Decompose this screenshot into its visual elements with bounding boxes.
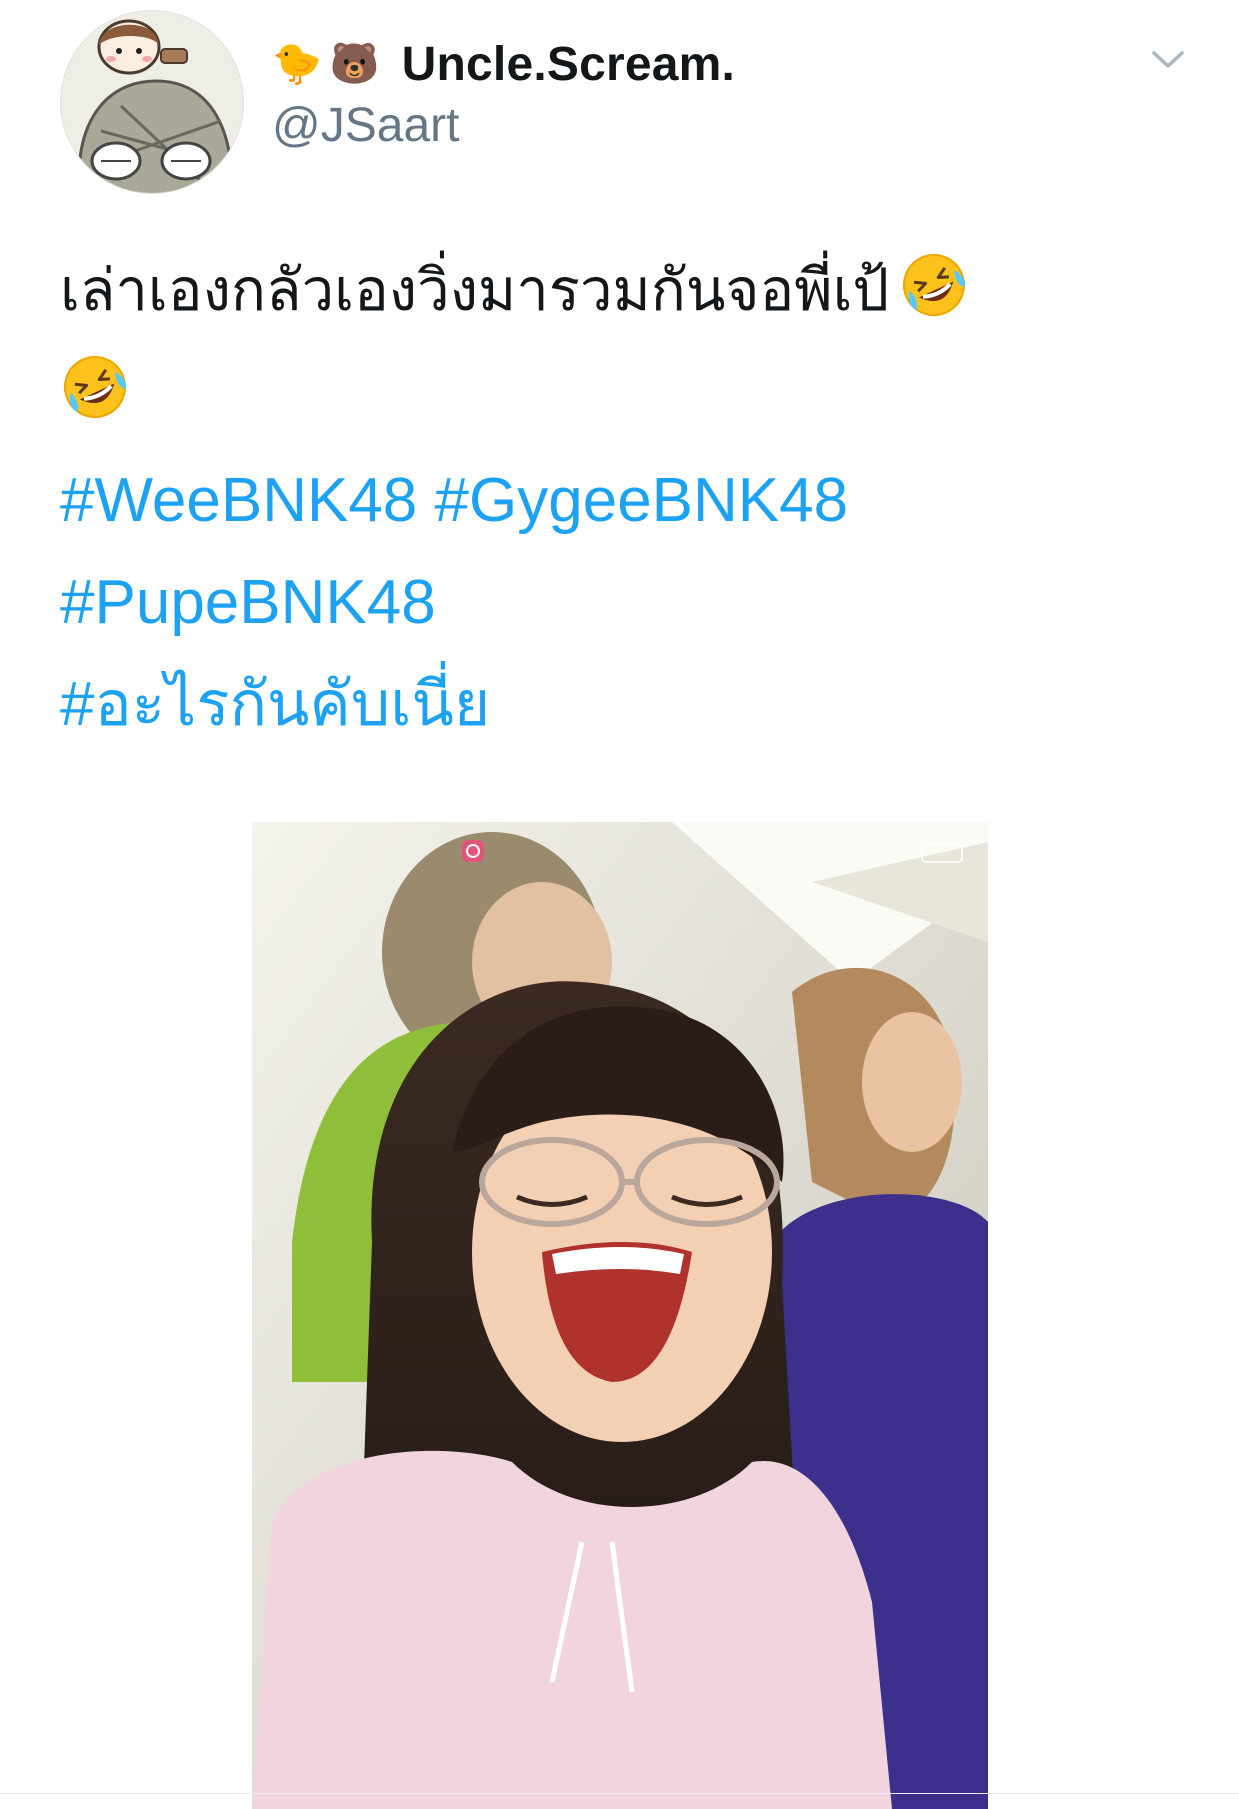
divider [0,1793,1239,1794]
bear-emoji: 🐻 [329,41,380,87]
hashtags: #WeeBNK48 #GygeeBNK48 #PupeBNK48 #อะไรกั… [60,450,848,756]
hashtag-link[interactable]: #GygeeBNK48 [435,466,849,535]
tweet-text: เล่าเองกลัวเองวิ่งมารวมกันจอพี่เป้ [60,240,1180,444]
rolling-laughing-emoji-icon [60,352,130,422]
tweet-body-text: เล่าเองกลัวเองวิ่งมารวมกันจอพี่เป้ [60,258,890,323]
baby-chick-emoji: 🐤 [272,41,322,87]
chevron-down-icon[interactable] [1150,44,1186,74]
hashtag-link[interactable]: #อะไรกันคับเนี่ย [60,670,490,739]
tweet: 🐤 🐻 Uncle.Scream. @JSaart เล่าเองกลัวเอง… [0,0,1239,1809]
tweet-text-line: เล่าเองกลัวเองวิ่งมารวมกันจอพี่เป้ [60,240,1180,342]
hashtag-link[interactable]: #WeeBNK48 [60,466,417,535]
tweet-text-line [60,342,1180,444]
display-name[interactable]: Uncle.Scream. [402,37,735,92]
rolling-laughing-emoji-icon [899,250,969,320]
photo-illustration [252,822,988,1809]
tweet-photo[interactable] [252,822,988,1809]
display-name-row[interactable]: 🐤 🐻 Uncle.Scream. [272,34,735,94]
user-handle[interactable]: @JSaart [272,98,459,153]
avatar[interactable] [60,10,244,194]
hashtag-link[interactable]: #PupeBNK48 [60,568,436,637]
